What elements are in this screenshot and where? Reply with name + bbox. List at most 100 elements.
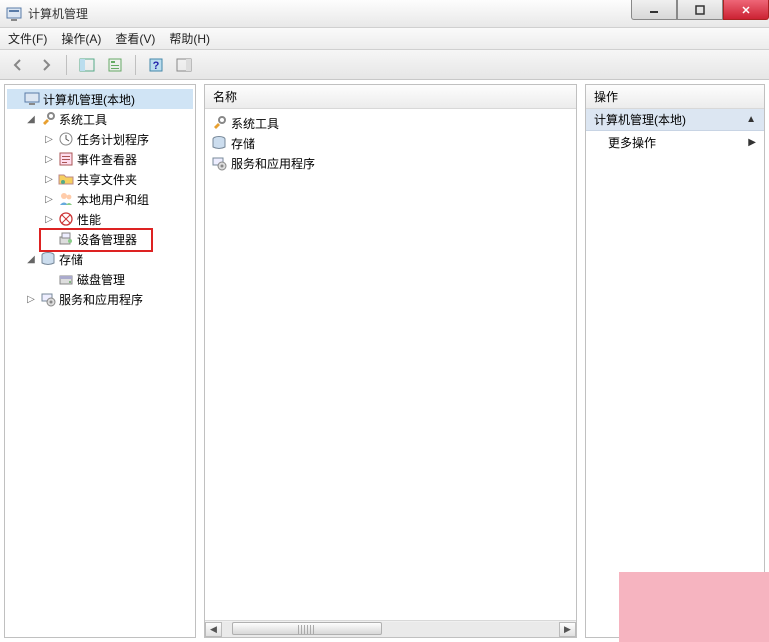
menu-view[interactable]: 查看(V) [115, 30, 155, 47]
scroll-thumb[interactable] [232, 622, 382, 635]
tree-label: 任务计划程序 [77, 131, 149, 148]
help-button[interactable]: ? [144, 53, 168, 77]
actions-panel: 操作 计算机管理(本地) ▲ 更多操作 ▶ [585, 84, 765, 638]
tree-label: 本地用户和组 [77, 191, 149, 208]
tree-root[interactable]: 计算机管理(本地) [7, 89, 193, 109]
list-item-storage[interactable]: 存储 [207, 133, 574, 153]
scroll-left-button[interactable]: ◀ [205, 622, 222, 637]
column-name: 名称 [213, 88, 237, 105]
svg-text:?: ? [153, 60, 160, 72]
tree-panel: 计算机管理(本地) ◢ 系统工具 ▷ 任务计划程序 ▷ 事件查看器 [4, 84, 196, 638]
list: 系统工具 存储 服务和应用程序 [205, 109, 576, 177]
scroll-right-button[interactable]: ▶ [559, 622, 576, 637]
tree-label: 事件查看器 [77, 151, 137, 168]
arrow-left-icon [10, 57, 26, 73]
tools-icon [40, 111, 56, 127]
caret-up-icon: ▲ [746, 114, 756, 125]
tree-performance[interactable]: ▷ 性能 [7, 209, 193, 229]
scroll-track[interactable] [222, 622, 559, 637]
tree-label: 存储 [59, 251, 83, 268]
action-section-label: 计算机管理(本地) [594, 111, 686, 128]
title-bar: 计算机管理 [0, 0, 769, 28]
tools-icon [211, 115, 227, 131]
tree-toggle[interactable]: ▷ [43, 194, 55, 205]
arrow-right-icon [38, 57, 54, 73]
minimize-button[interactable] [631, 0, 677, 20]
tree-shared-folders[interactable]: ▷ 共享文件夹 [7, 169, 193, 189]
tree-disk-management[interactable]: 磁盘管理 [7, 269, 193, 289]
tree-storage[interactable]: ◢ 存储 [7, 249, 193, 269]
tree-toggle[interactable]: ▷ [43, 214, 55, 225]
tree-toggle[interactable]: ◢ [25, 254, 37, 265]
help-icon: ? [148, 57, 164, 73]
panel-right-icon [176, 57, 192, 73]
horizontal-scrollbar[interactable]: ◀ ▶ [205, 620, 576, 637]
services-icon [211, 155, 227, 171]
tree-local-users[interactable]: ▷ 本地用户和组 [7, 189, 193, 209]
users-icon [58, 191, 74, 207]
actions-header-label: 操作 [594, 88, 618, 105]
tree-toggle[interactable]: ▷ [43, 154, 55, 165]
caret-right-icon: ▶ [748, 137, 756, 148]
toolbar-separator [66, 55, 67, 75]
close-button[interactable] [723, 0, 769, 20]
tree-event-viewer[interactable]: ▷ 事件查看器 [7, 149, 193, 169]
tree-label: 系统工具 [59, 111, 107, 128]
action-more[interactable]: 更多操作 ▶ [586, 131, 764, 153]
action-section[interactable]: 计算机管理(本地) ▲ [586, 109, 764, 131]
tree-toggle[interactable]: ▷ [25, 294, 37, 305]
toolbar: ? [0, 50, 769, 80]
close-icon [741, 5, 751, 15]
clock-icon [58, 131, 74, 147]
menu-file[interactable]: 文件(F) [8, 30, 47, 47]
tree-label: 服务和应用程序 [59, 291, 143, 308]
action-more-label: 更多操作 [608, 134, 656, 151]
center-header[interactable]: 名称 [205, 85, 576, 109]
tree-label: 性能 [77, 211, 101, 228]
menu-help[interactable]: 帮助(H) [169, 30, 210, 47]
tree-label: 计算机管理(本地) [43, 91, 135, 108]
performance-icon [58, 211, 74, 227]
actions-header: 操作 [586, 85, 764, 109]
menu-bar: 文件(F) 操作(A) 查看(V) 帮助(H) [0, 28, 769, 50]
maximize-icon [695, 5, 705, 15]
storage-icon [211, 135, 227, 151]
nav-back-button[interactable] [6, 53, 30, 77]
tree-toggle[interactable]: ◢ [25, 114, 37, 125]
storage-icon [40, 251, 56, 267]
menu-action[interactable]: 操作(A) [61, 30, 101, 47]
app-icon [6, 6, 22, 22]
computer-icon [24, 91, 40, 107]
device-icon [58, 231, 74, 247]
center-panel: 名称 系统工具 存储 服务和应用程序 ◀ [204, 84, 577, 638]
disk-icon [58, 271, 74, 287]
list-label: 系统工具 [231, 115, 279, 132]
tree: 计算机管理(本地) ◢ 系统工具 ▷ 任务计划程序 ▷ 事件查看器 [5, 85, 195, 313]
tree-label: 共享文件夹 [77, 171, 137, 188]
maximize-button[interactable] [677, 0, 723, 20]
list-item-services-apps[interactable]: 服务和应用程序 [207, 153, 574, 173]
show-hide-action-button[interactable] [172, 53, 196, 77]
tree-task-scheduler[interactable]: ▷ 任务计划程序 [7, 129, 193, 149]
services-icon [40, 291, 56, 307]
tree-label: 设备管理器 [77, 231, 137, 248]
tree-body: 计算机管理(本地) ◢ 系统工具 ▷ 任务计划程序 ▷ 事件查看器 [5, 85, 195, 637]
tree-toggle[interactable]: ▷ [43, 134, 55, 145]
list-label: 服务和应用程序 [231, 155, 315, 172]
list-item-system-tools[interactable]: 系统工具 [207, 113, 574, 133]
properties-button[interactable] [103, 53, 127, 77]
tree-system-tools[interactable]: ◢ 系统工具 [7, 109, 193, 129]
actions-body: 计算机管理(本地) ▲ 更多操作 ▶ [586, 109, 764, 637]
panel-icon [79, 57, 95, 73]
tree-device-manager[interactable]: 设备管理器 [7, 229, 193, 249]
window-title: 计算机管理 [28, 5, 88, 22]
grip-icon [298, 625, 316, 634]
toolbar-separator [135, 55, 136, 75]
overlay-decoration [619, 572, 769, 642]
nav-forward-button[interactable] [34, 53, 58, 77]
show-hide-tree-button[interactable] [75, 53, 99, 77]
tree-label: 磁盘管理 [77, 271, 125, 288]
minimize-icon [649, 5, 659, 15]
tree-toggle[interactable]: ▷ [43, 174, 55, 185]
tree-services-apps[interactable]: ▷ 服务和应用程序 [7, 289, 193, 309]
